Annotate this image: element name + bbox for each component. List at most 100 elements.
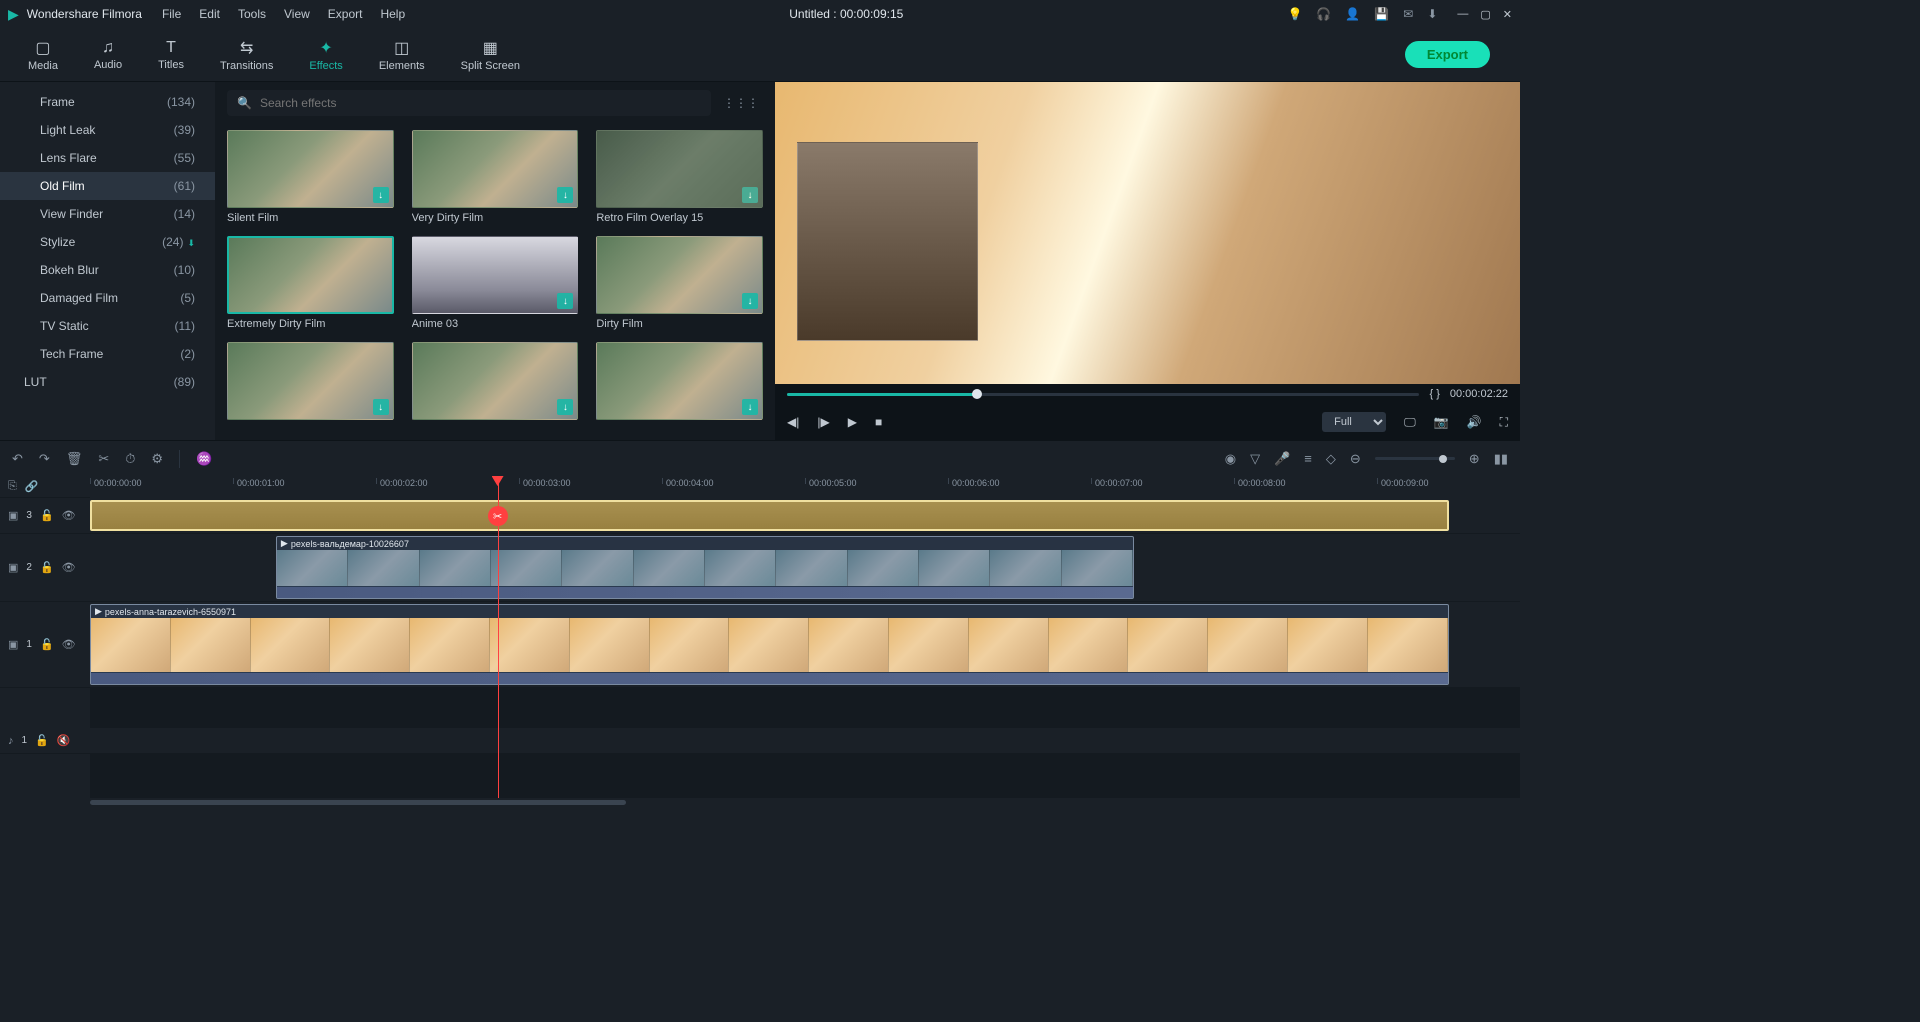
download-icon: ↓ bbox=[557, 399, 573, 415]
timeline-clip-effect[interactable] bbox=[90, 500, 1449, 531]
sidebar-item-old-film[interactable]: Old Film(61) bbox=[0, 172, 215, 200]
lock-icon[interactable]: 🔓 bbox=[40, 509, 54, 522]
eye-icon[interactable]: 👁 bbox=[62, 638, 76, 651]
sidebar-item-bokeh-blur[interactable]: Bokeh Blur(10) bbox=[0, 256, 215, 284]
tab-effects[interactable]: ✦Effects bbox=[291, 34, 360, 76]
effects-grid: ↓Silent Film ↓Very Dirty Film ↓Retro Fil… bbox=[215, 124, 775, 440]
sidebar-item-tech-frame[interactable]: Tech Frame(2) bbox=[0, 340, 215, 368]
split-icon[interactable]: ✂ bbox=[98, 451, 109, 467]
export-button[interactable]: Export bbox=[1405, 41, 1490, 68]
clip-play-icon: ▶ bbox=[95, 606, 102, 617]
download-icon: ↓ bbox=[742, 399, 758, 415]
fullscreen-icon[interactable]: ⛶ bbox=[1500, 415, 1508, 430]
sidebar-item-lut[interactable]: LUT(89) bbox=[0, 368, 215, 396]
mail-icon[interactable]: ✉ bbox=[1403, 7, 1413, 21]
close-icon[interactable]: ✕ bbox=[1503, 8, 1512, 21]
effect-card[interactable]: ↓ bbox=[412, 342, 579, 424]
sidebar-item-frame[interactable]: Frame(134) bbox=[0, 88, 215, 116]
zoom-slider[interactable] bbox=[1375, 457, 1455, 460]
playhead[interactable]: ✂ bbox=[498, 476, 499, 798]
marker-icon[interactable]: ▽ bbox=[1250, 451, 1260, 467]
tab-elements[interactable]: ◫Elements bbox=[361, 34, 443, 76]
search-effects-box[interactable]: 🔍 bbox=[227, 90, 711, 116]
timeline: ⎘🔗 ▣3🔓👁 ▣2🔓👁 ▣1🔓👁 ♪1🔓🔇 00:00:00:00 00:00… bbox=[0, 476, 1520, 798]
sidebar-item-damaged-film[interactable]: Damaged Film(5) bbox=[0, 284, 215, 312]
tab-media[interactable]: ▢Media bbox=[10, 34, 76, 76]
search-input[interactable] bbox=[260, 96, 701, 110]
menu-export[interactable]: Export bbox=[328, 7, 363, 21]
menu-help[interactable]: Help bbox=[380, 7, 405, 21]
link-icon[interactable]: 🔗 bbox=[25, 480, 39, 493]
maximize-icon[interactable]: ▢ bbox=[1480, 8, 1490, 21]
timeline-tracks[interactable]: 00:00:00:00 00:00:01:00 00:00:02:00 00:0… bbox=[90, 476, 1520, 798]
sidebar-item-tv-static[interactable]: TV Static(11) bbox=[0, 312, 215, 340]
menu-tools[interactable]: Tools bbox=[238, 7, 266, 21]
minimize-icon[interactable]: — bbox=[1457, 8, 1468, 21]
search-icon: 🔍 bbox=[237, 96, 252, 110]
view-grid-icon[interactable]: ⋮⋮⋮ bbox=[719, 92, 763, 114]
menu-file[interactable]: File bbox=[162, 7, 181, 21]
mixer-icon[interactable]: ≡ bbox=[1304, 451, 1312, 466]
audio-wave-icon[interactable]: ♒ bbox=[196, 451, 212, 467]
account-icon[interactable]: 👤 bbox=[1345, 7, 1360, 21]
tab-audio[interactable]: ♫Audio bbox=[76, 35, 140, 75]
prev-frame-icon[interactable]: ◀| bbox=[787, 415, 799, 429]
effect-card[interactable]: ↓Very Dirty Film bbox=[412, 130, 579, 224]
volume-icon[interactable]: 🔊 bbox=[1467, 415, 1482, 429]
redo-icon[interactable]: ↷ bbox=[39, 451, 50, 467]
next-frame-icon[interactable]: |▶ bbox=[817, 415, 829, 429]
stop-icon[interactable]: ■ bbox=[875, 415, 882, 429]
lock-icon[interactable]: 🔓 bbox=[35, 734, 49, 747]
scissors-icon[interactable]: ✂ bbox=[488, 506, 508, 526]
mute-icon[interactable]: 🔇 bbox=[57, 734, 71, 747]
timeline-view-icon[interactable]: ▮▮ bbox=[1494, 451, 1508, 467]
preview-quality-select[interactable]: Full bbox=[1322, 412, 1386, 432]
save-icon[interactable]: 💾 bbox=[1374, 7, 1389, 21]
display-icon[interactable]: 🖵 bbox=[1404, 415, 1416, 430]
eye-icon[interactable]: 👁 bbox=[62, 509, 76, 522]
render-icon[interactable]: ◉ bbox=[1225, 451, 1236, 467]
timeline-scrollbar[interactable] bbox=[0, 798, 1520, 806]
timeline-ruler[interactable]: 00:00:00:00 00:00:01:00 00:00:02:00 00:0… bbox=[90, 476, 1520, 498]
adjust-icon[interactable]: ⚙ bbox=[151, 451, 163, 467]
effect-card[interactable]: ↓Anime 03 bbox=[412, 236, 579, 330]
effect-card[interactable]: ↓Dirty Film bbox=[596, 236, 763, 330]
tab-split-screen[interactable]: ▦Split Screen bbox=[443, 34, 538, 76]
lock-icon[interactable]: 🔓 bbox=[40, 638, 54, 651]
timeline-clip-video1[interactable]: ▶pexels-anna-tarazevich-6550971 bbox=[90, 604, 1449, 685]
zoom-in-icon[interactable]: ⊕ bbox=[1469, 451, 1480, 467]
scrub-thumb[interactable] bbox=[972, 389, 982, 399]
undo-icon[interactable]: ↶ bbox=[12, 451, 23, 467]
menu-view[interactable]: View bbox=[284, 7, 310, 21]
lock-icon[interactable]: 🔓 bbox=[40, 561, 54, 574]
delete-icon[interactable]: 🗑 bbox=[66, 451, 83, 467]
preview-scrubber[interactable] bbox=[787, 393, 1419, 396]
sidebar-item-view-finder[interactable]: View Finder(14) bbox=[0, 200, 215, 228]
effect-card[interactable]: Extremely Dirty Film bbox=[227, 236, 394, 330]
sidebar-item-light-leak[interactable]: Light Leak(39) bbox=[0, 116, 215, 144]
copy-icon[interactable]: ⎘ bbox=[8, 480, 17, 493]
effect-card[interactable]: ↓ bbox=[227, 342, 394, 424]
zoom-out-icon[interactable]: ⊖ bbox=[1350, 451, 1361, 467]
sidebar-item-lens-flare[interactable]: Lens Flare(55) bbox=[0, 144, 215, 172]
preview-video[interactable] bbox=[775, 82, 1520, 384]
support-icon[interactable]: 🎧 bbox=[1316, 7, 1331, 21]
timeline-clip-video2[interactable]: ▶pexels-вальдемар-10026607 bbox=[276, 536, 1134, 599]
download-icon[interactable]: ⬇ bbox=[1427, 7, 1437, 21]
sidebar-item-stylize[interactable]: Stylize(24)⬇ bbox=[0, 228, 215, 256]
effect-card[interactable]: ↓Silent Film bbox=[227, 130, 394, 224]
speed-icon[interactable]: ⏱ bbox=[125, 451, 135, 467]
tab-titles[interactable]: TTitles bbox=[140, 35, 202, 75]
folder-icon: ▢ bbox=[35, 38, 50, 58]
effect-card[interactable]: ↓Retro Film Overlay 15 bbox=[596, 130, 763, 224]
keyframe-icon[interactable]: ◇ bbox=[1326, 451, 1336, 467]
menu-edit[interactable]: Edit bbox=[199, 7, 220, 21]
play-icon[interactable]: ▶ bbox=[848, 415, 857, 429]
tab-transitions[interactable]: ⇆Transitions bbox=[202, 34, 291, 76]
snapshot-icon[interactable]: 📷 bbox=[1434, 415, 1449, 429]
tips-icon[interactable]: 💡 bbox=[1287, 7, 1302, 21]
voiceover-icon[interactable]: 🎤 bbox=[1274, 451, 1290, 467]
preview-markers: { } bbox=[1429, 388, 1439, 400]
effect-card[interactable]: ↓ bbox=[596, 342, 763, 424]
eye-icon[interactable]: 👁 bbox=[62, 561, 76, 574]
